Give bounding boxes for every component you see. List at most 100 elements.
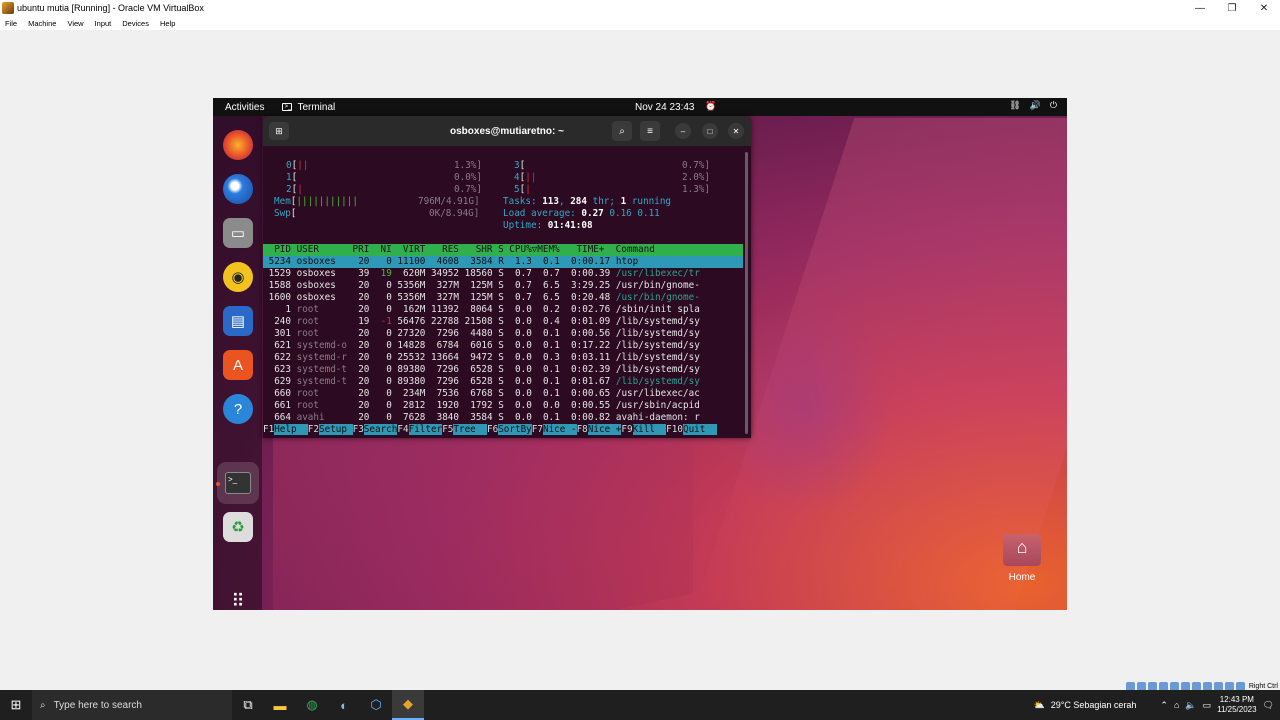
fkey-action[interactable]: Tree <box>453 424 487 435</box>
virtualbox-manager-icon[interactable]: ⬡ <box>360 690 392 720</box>
maximize-button[interactable]: ❐ <box>1216 0 1248 16</box>
weather-text[interactable]: 29°C Sebagian cerah <box>1051 700 1137 710</box>
volume-icon[interactable]: 🔈 <box>1185 700 1196 711</box>
cell-virt: 27320 <box>397 328 426 339</box>
table-row[interactable]: 1 root 20 0 162M 11392 8064 S 0.0 0.2 0:… <box>263 304 743 316</box>
taskbar-clock[interactable]: 12:43 PM 11/25/2023 <box>1217 695 1256 715</box>
terminal-header-bar[interactable]: ⊞ osboxes@mutiaretno: ~ ⌕ ≡ – □ ✕ <box>263 116 751 146</box>
table-row[interactable]: 5234 osboxes 20 0 11100 4608 3584 R 1.3 … <box>263 256 743 268</box>
activities-button[interactable]: Activities <box>225 102 264 113</box>
volume-icon[interactable]: 🔊 <box>1030 100 1041 111</box>
notifications-icon[interactable]: 🗨 <box>1263 700 1274 711</box>
menu-machine[interactable]: Machine <box>28 19 56 28</box>
menu-devices[interactable]: Devices <box>122 19 149 28</box>
close-button[interactable]: ✕ <box>1248 0 1280 16</box>
cell-virt: 7628 <box>397 412 426 423</box>
chrome-icon[interactable]: ◍ <box>296 690 328 720</box>
thunderbird-icon[interactable] <box>223 174 253 204</box>
fkey-action[interactable]: Quit <box>682 424 717 435</box>
menu-file[interactable]: File <box>5 19 17 28</box>
menu-input[interactable]: Input <box>95 19 112 28</box>
guest-screen[interactable]: Activities >_ Terminal Nov 24 23:43 ⏰ ⛓ … <box>213 98 1067 610</box>
hamburger-menu-icon[interactable]: ≡ <box>640 121 660 141</box>
cpu-meter: 3[ <box>514 160 526 171</box>
search-icon[interactable]: ⌕ <box>612 121 632 141</box>
table-row[interactable]: 1600 osboxes 20 0 5356M 327M 125M S 0.7 … <box>263 292 743 304</box>
terminal-scrollbar[interactable] <box>745 152 748 434</box>
system-tray: ⛅ 29°C Sebagian cerah ⌃ ⌂ 🔈 ▭ 12:43 PM 1… <box>1034 690 1280 720</box>
fkey-action[interactable]: Search <box>363 424 398 435</box>
app-icon[interactable]: ◐ <box>328 690 360 720</box>
virtualbox-vm-icon[interactable]: ◆ <box>392 690 424 720</box>
rhythmbox-icon[interactable]: ◉ <box>223 262 253 292</box>
clock[interactable]: Nov 24 23:43 <box>635 102 695 113</box>
cell-cmd: /lib/systemd/sy <box>615 316 700 327</box>
table-row[interactable]: 1529 osboxes 39 19 620M 34952 18560 S 0.… <box>263 268 743 280</box>
fkey-action[interactable]: Filter <box>408 424 443 435</box>
menu-help[interactable]: Help <box>160 19 175 28</box>
cell-cmd: /lib/systemd/sy <box>615 376 700 387</box>
power-icon[interactable]: ⏻ <box>1050 100 1057 111</box>
desktop-home-folder[interactable]: Home <box>1001 534 1043 596</box>
dock-terminal-running[interactable]: >_ <box>217 462 259 504</box>
fkey-action[interactable]: SortBy <box>498 424 532 435</box>
display-icon[interactable]: ▭ <box>1203 700 1212 711</box>
task-view-icon[interactable]: ⧉ <box>232 690 264 720</box>
table-row[interactable]: 660 root 20 0 234M 7536 6768 S 0.0 0.1 0… <box>263 388 743 400</box>
windows-start-icon[interactable]: ⊞ <box>0 690 32 720</box>
table-row[interactable]: 622 systemd-r 20 0 25532 13664 9472 S 0.… <box>263 352 743 364</box>
cell-cmd: /lib/systemd/sy <box>615 364 700 375</box>
terminal-maximize-button[interactable]: □ <box>702 123 718 139</box>
table-row[interactable]: 629 systemd-t 20 0 89380 7296 6528 S 0.0… <box>263 376 743 388</box>
menu-view[interactable]: View <box>67 19 83 28</box>
fkey-label: F4 <box>397 424 409 435</box>
tray-chevron-icon[interactable]: ⌃ <box>1160 700 1168 711</box>
taskbar-date: 11/25/2023 <box>1217 705 1257 714</box>
terminal-minimize-button[interactable]: – <box>675 123 691 139</box>
terminal-window[interactable]: ⊞ osboxes@mutiaretno: ~ ⌕ ≡ – □ ✕ 0[|| 1… <box>263 116 751 438</box>
terminal-close-button[interactable]: ✕ <box>728 123 744 139</box>
firefox-icon[interactable] <box>223 130 253 160</box>
cell-cpu: 0.0 <box>509 364 532 375</box>
taskbar-search-box[interactable]: ⌕ Type here to search <box>32 690 232 720</box>
files-icon[interactable]: ▭ <box>223 218 253 248</box>
fkey-action[interactable]: Help <box>274 424 308 435</box>
fkey-action[interactable]: Kill <box>632 424 667 435</box>
cell-user: osboxes <box>296 280 347 291</box>
cell-res: 327M <box>431 280 460 291</box>
file-explorer-icon[interactable]: ▬ <box>264 690 296 720</box>
cell-shr: 6016 <box>464 340 493 351</box>
cell-res: 1920 <box>431 400 460 411</box>
table-row[interactable]: 621 systemd-o 20 0 14828 6784 6016 S 0.0… <box>263 340 743 352</box>
trash-icon[interactable]: ♻ <box>223 512 253 542</box>
fkey-action[interactable]: Setup <box>319 424 353 435</box>
network-icon[interactable]: ⛓ <box>1009 100 1020 111</box>
cell-mem: 6.5 <box>537 280 560 291</box>
table-row[interactable]: 301 root 20 0 27320 7296 4480 S 0.0 0.1 … <box>263 328 743 340</box>
table-row[interactable]: 623 systemd-t 20 0 89380 7296 6528 S 0.0… <box>263 364 743 376</box>
app-center-icon[interactable]: A <box>223 350 253 380</box>
process-table-header[interactable]: PID USER PRI NI VIRT RES SHR S CPU%▽MEM%… <box>263 244 743 256</box>
app-menu[interactable]: >_ Terminal <box>282 102 335 113</box>
weather-icon[interactable]: ⛅ <box>1034 700 1045 711</box>
notification-bell-icon[interactable]: ⏰ <box>705 101 716 112</box>
minimize-button[interactable]: — <box>1184 0 1216 16</box>
table-row[interactable]: 661 root 20 0 2812 1920 1792 S 0.0 0.0 0… <box>263 400 743 412</box>
help-icon[interactable]: ? <box>223 394 253 424</box>
table-row[interactable]: 664 avahi 20 0 7628 3840 3584 S 0.0 0.1 … <box>263 412 743 424</box>
network-icon[interactable]: ⌂ <box>1174 700 1179 710</box>
terminal-icon: >_ <box>225 472 251 494</box>
show-apps-grid-icon[interactable]: ⠿ <box>223 586 253 611</box>
fkey-action[interactable]: Nice + <box>587 424 622 435</box>
writer-icon[interactable]: ▤ <box>223 306 253 336</box>
table-row[interactable]: 1588 osboxes 20 0 5356M 327M 125M S 0.7 … <box>263 280 743 292</box>
cell-shr: 21508 <box>464 316 493 327</box>
cell-shr: 18560 <box>464 268 493 279</box>
cell-mem: 0.7 <box>537 268 560 279</box>
table-row[interactable]: 240 root 19 -1 56476 22788 21508 S 0.0 0… <box>263 316 743 328</box>
cell-s: S <box>498 268 504 279</box>
fkey-action[interactable]: Nice - <box>542 424 577 435</box>
htop-output[interactable]: 0[|| 1.3%] 1[ 0.0%] 2[| 0.7%] 3[ 0.7%] 4… <box>263 146 743 438</box>
cell-s: S <box>498 304 504 315</box>
new-tab-icon[interactable]: ⊞ <box>269 122 289 140</box>
